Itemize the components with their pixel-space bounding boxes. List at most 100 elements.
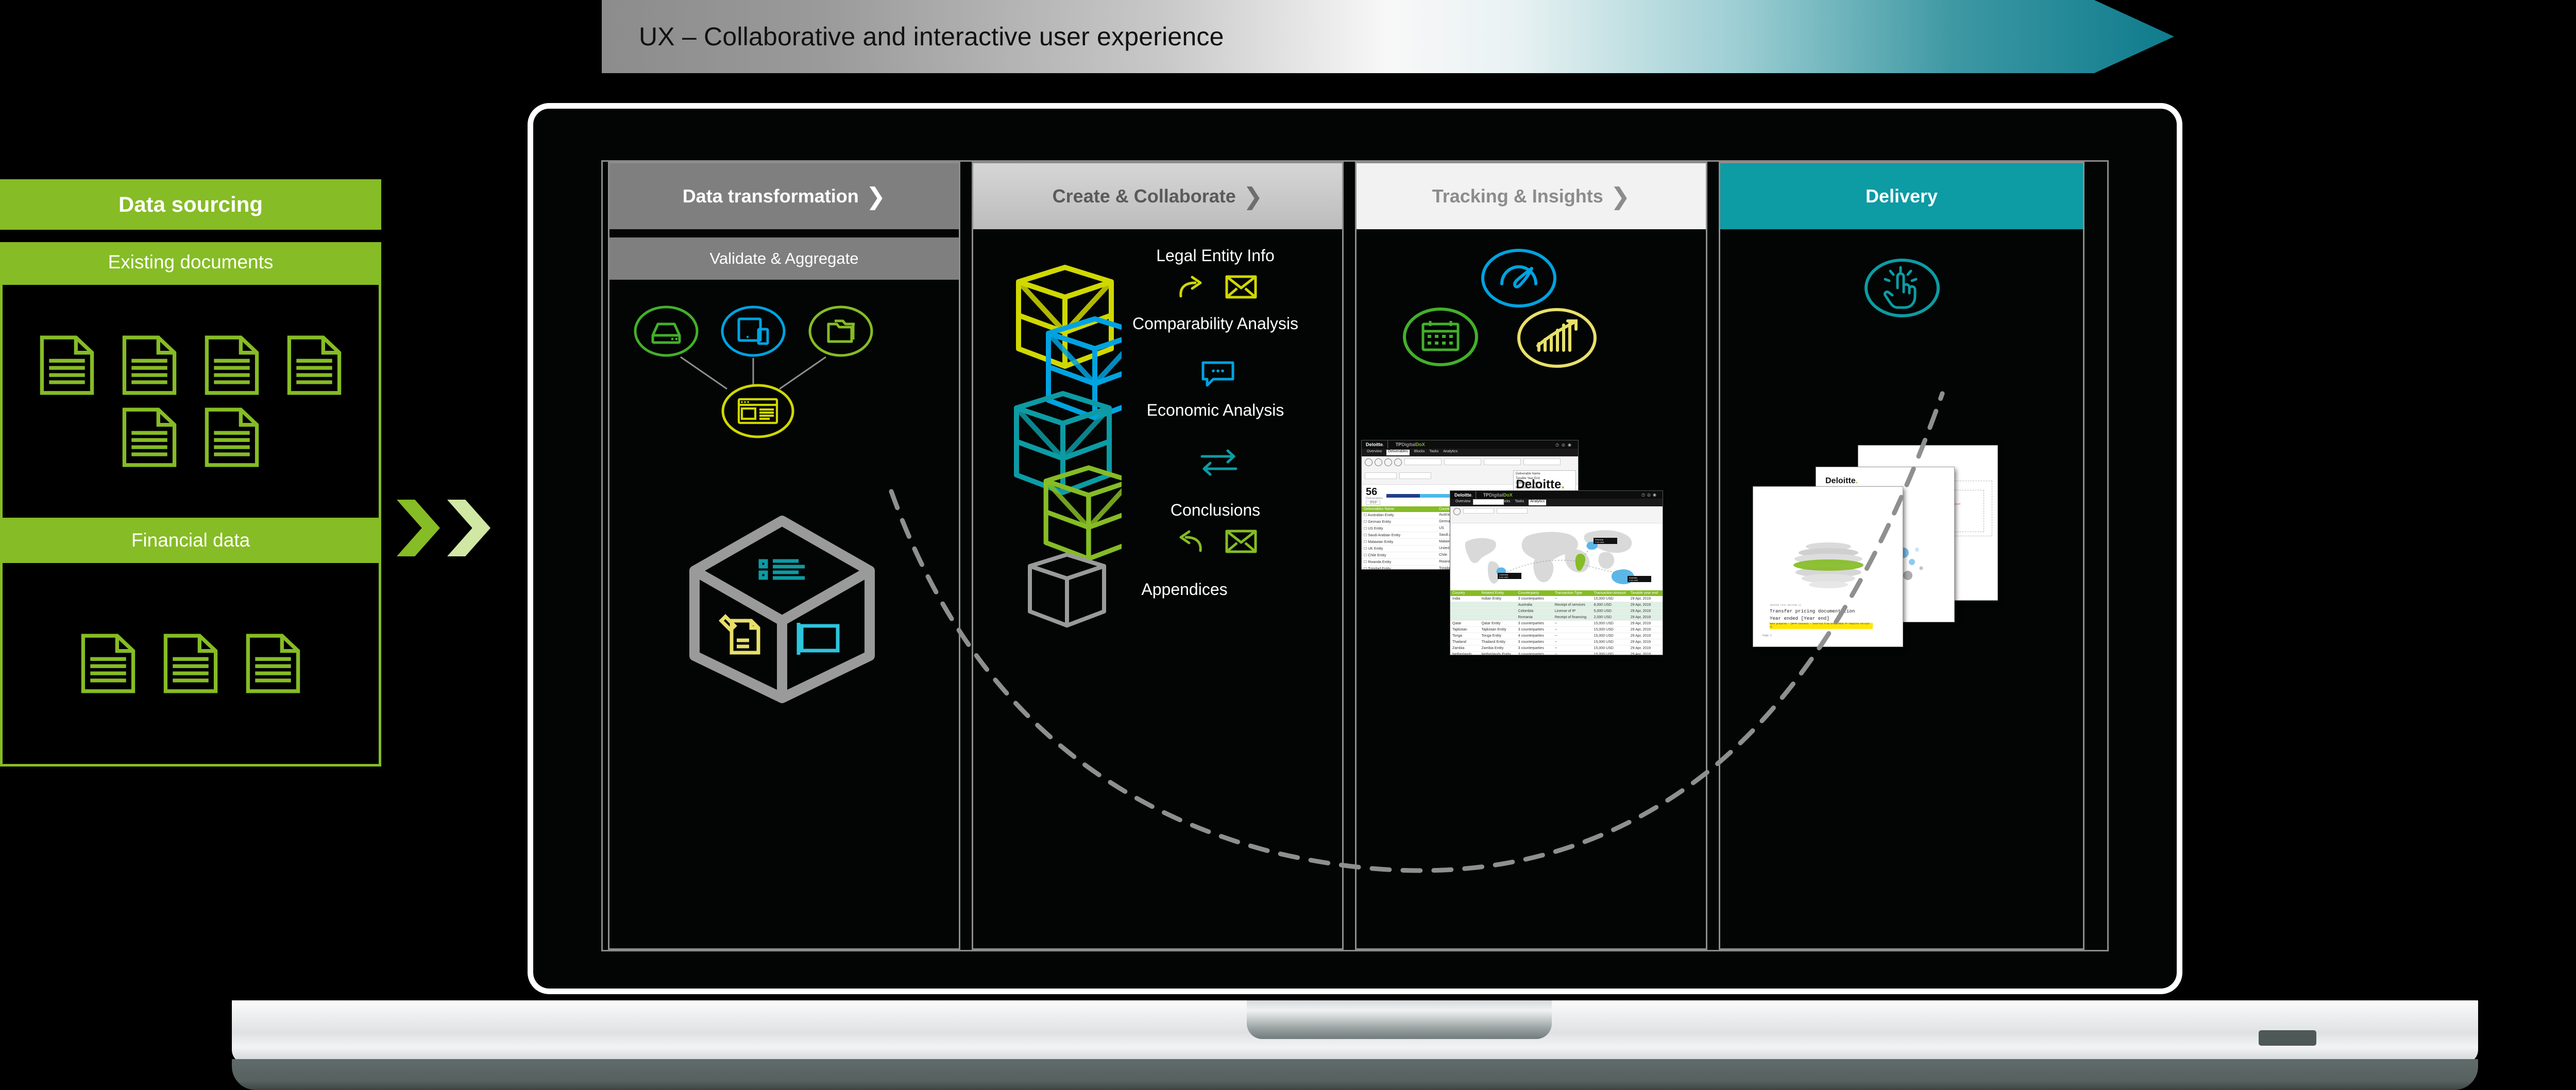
column-delivery[interactable]: Delivery RECIP- Deloitte. [MASTER FILE S… (1719, 162, 2084, 950)
kpi-year[interactable]: 2019 (1366, 500, 1380, 505)
tab-blocks[interactable]: Blocks (1414, 450, 1425, 455)
cell-entity: Qatar Entity (1481, 622, 1501, 625)
app-tabs[interactable]: Overview Deliverables Blocks Tasks Analy… (1362, 449, 1578, 456)
cell-amount: 5,000 USD (1594, 609, 1612, 613)
dd-item[interactable]: Deliverable Name (1516, 472, 1573, 475)
filter-milestone[interactable] (1523, 458, 1561, 465)
filter-entity-name[interactable] (1473, 499, 1504, 505)
table-row[interactable]: Romania Receipt of financing 2,000 USD 29 A… (1450, 615, 1663, 621)
tab-tasks[interactable]: Tasks (1515, 500, 1524, 505)
cell-country (1450, 615, 1480, 620)
cell-counterparty: Australia (1518, 603, 1532, 607)
reply-arrow-icon (1177, 529, 1205, 556)
document-page-front: [MASTER FILE SECTION x] Transfer pricing… (1753, 487, 1903, 646)
cell-country (1450, 602, 1480, 608)
cell-year-end: 29 Apr, 2019 (1630, 634, 1651, 638)
clear-filter-icon[interactable] (1394, 458, 1402, 466)
table-row[interactable]: India Indian Entity 3 counterparties -- 15,0… (1450, 596, 1663, 602)
cell-year-end: 29 Apr, 2019 (1630, 609, 1651, 613)
tab-overview[interactable]: Overview (1455, 500, 1470, 505)
topbar-icons[interactable]: ◷◎◉ (1555, 442, 1574, 447)
cell-entity: Zambia Entity (1481, 646, 1504, 650)
table-row[interactable]: Colombia License of IP 5,000 USD 29 Apr, 20… (1450, 608, 1663, 615)
cell-entity (1480, 608, 1516, 614)
column-header-tracking-insights[interactable]: Tracking & Insights ❯ (1357, 163, 1706, 229)
wireframe-cube-stack (1014, 265, 1122, 628)
search-input[interactable] (1365, 472, 1397, 479)
column-create-collaborate[interactable]: Create & Collaborate ❯ Legal Entity Info… (972, 162, 1344, 950)
deloitte-logo: Deloitte. (1825, 476, 1858, 485)
topbar-icons[interactable]: ◷◎◉ (1641, 492, 1658, 497)
analytics-filter-bar[interactable] (1450, 499, 1663, 523)
svg-text:1.00 USD: 1.00 USD (1595, 541, 1604, 543)
tab-deliverables[interactable]: Deliverables (1386, 450, 1410, 455)
column-label: Delivery (1865, 185, 1938, 207)
financial-data-label: Financial data (0, 520, 381, 560)
cell-counterparty: Romania (1518, 616, 1533, 619)
existing-documents-label: Existing documents (0, 242, 381, 282)
th-transaction-amount: Transaction Amount (1594, 591, 1626, 595)
edit-icon[interactable] (1384, 458, 1392, 466)
existing-documents-box (0, 282, 381, 520)
table-row[interactable]: Australia Receipt of services 8,000 USD 29 … (1450, 602, 1663, 608)
filter-transaction-type[interactable] (1463, 508, 1494, 514)
app-screenshot-analytics[interactable]: Deloitte. | TPDigitalDoX ◷◎◉ Overview De… (1450, 491, 1663, 655)
filter-report-type[interactable] (1484, 458, 1521, 465)
cell-counterparty: 3 counterparties (1518, 628, 1544, 632)
chevron-right-icon (397, 500, 440, 556)
cell-name: ☐ UK Entity (1364, 547, 1383, 551)
cell-country: Zambia (1452, 646, 1465, 650)
table-row[interactable]: Zambia Zambia Entity 3 counterparties -- 15,… (1450, 645, 1663, 652)
table-row[interactable]: Qatar Qatar Entity 3 counterparties -- 15,00… (1450, 621, 1663, 627)
product-name: TPDigitalDoX (1395, 442, 1425, 447)
cell-entity: Tonga Entity (1481, 634, 1502, 638)
download-icon[interactable] (1365, 458, 1372, 466)
laptop-screen: Data transformation ❯ Validate & Aggrega… (601, 160, 2109, 951)
column-header-delivery[interactable]: Delivery (1720, 163, 2083, 229)
column-header-data-transformation[interactable]: Data transformation ❯ (609, 163, 959, 229)
column-subheader-validate-aggregate: Validate & Aggregate (609, 237, 959, 280)
add-new-icon[interactable] (1375, 458, 1382, 466)
cell-country: Netherlands (1452, 653, 1472, 655)
table-columns-list[interactable] (1399, 472, 1431, 479)
tab-tasks[interactable]: Tasks (1429, 450, 1438, 455)
cell-counterparty: 3 counterparties (1518, 653, 1544, 655)
deloitte-watermark: Deloitte. (1516, 478, 1565, 491)
data-sourcing-panel: Data sourcing Existing documents Financi… (0, 179, 381, 899)
chevron-right-icon: ❯ (1243, 183, 1263, 210)
cell-type: -- (1554, 597, 1557, 601)
column-data-transformation[interactable]: Data transformation ❯ Validate & Aggrega… (608, 162, 960, 950)
cell-amount: 15,000 USD (1594, 628, 1614, 632)
calendar-icon (1402, 306, 1479, 370)
filter-country[interactable] (1497, 508, 1528, 514)
column-tracking-insights[interactable]: Tracking & Insights ❯ Deloitte. | TPDigi… (1355, 162, 1707, 950)
filter-deliverable-name[interactable] (1404, 458, 1442, 465)
table-row[interactable]: Thailand Thailand Entity 3 counterparties -… (1450, 639, 1663, 645)
envelope-icon (1225, 275, 1257, 302)
cell-type: -- (1554, 653, 1557, 655)
divider (0, 235, 381, 242)
cell-amount: 15,000 USD (1594, 640, 1614, 644)
tab-analytics[interactable]: Analytics (1443, 450, 1458, 455)
cell-country (1450, 608, 1480, 614)
table-row[interactable]: Netherlands Netherlands Entity 3 counterpa… (1450, 652, 1663, 655)
cell-entity (1480, 602, 1516, 608)
toolbar-buttons[interactable] (1365, 458, 1402, 470)
column-label: Create & Collaborate (1052, 185, 1236, 207)
cell-amount: 15,000 USD (1594, 622, 1614, 625)
cell-year-end: 29 Apr, 2019 (1630, 603, 1651, 607)
cell-country: Thailand (1452, 640, 1466, 644)
document-icon (285, 335, 343, 396)
bar-chart-growth-icon (1516, 306, 1598, 372)
table-row[interactable]: Tajikistan Tajikistan Entity 3 counterpart… (1450, 627, 1663, 633)
tab-analytics[interactable]: Analytics (1529, 500, 1547, 505)
filter-icon[interactable] (1453, 508, 1461, 515)
laptop-notch (1247, 1000, 1552, 1039)
3d-cube-icon[interactable] (674, 506, 890, 715)
cell-type: Receipt of financing (1554, 616, 1587, 619)
world-map: Romania 1.00 USD Colombia 5.00 USD Austral… (1450, 523, 1663, 590)
column-header-create-collaborate[interactable]: Create & Collaborate ❯ (973, 163, 1342, 229)
table-row[interactable]: Tonga Tonga Entity 4 counterparties -- 15,00… (1450, 633, 1663, 639)
filter-country[interactable] (1444, 458, 1481, 465)
tab-overview[interactable]: Overview (1367, 450, 1382, 455)
